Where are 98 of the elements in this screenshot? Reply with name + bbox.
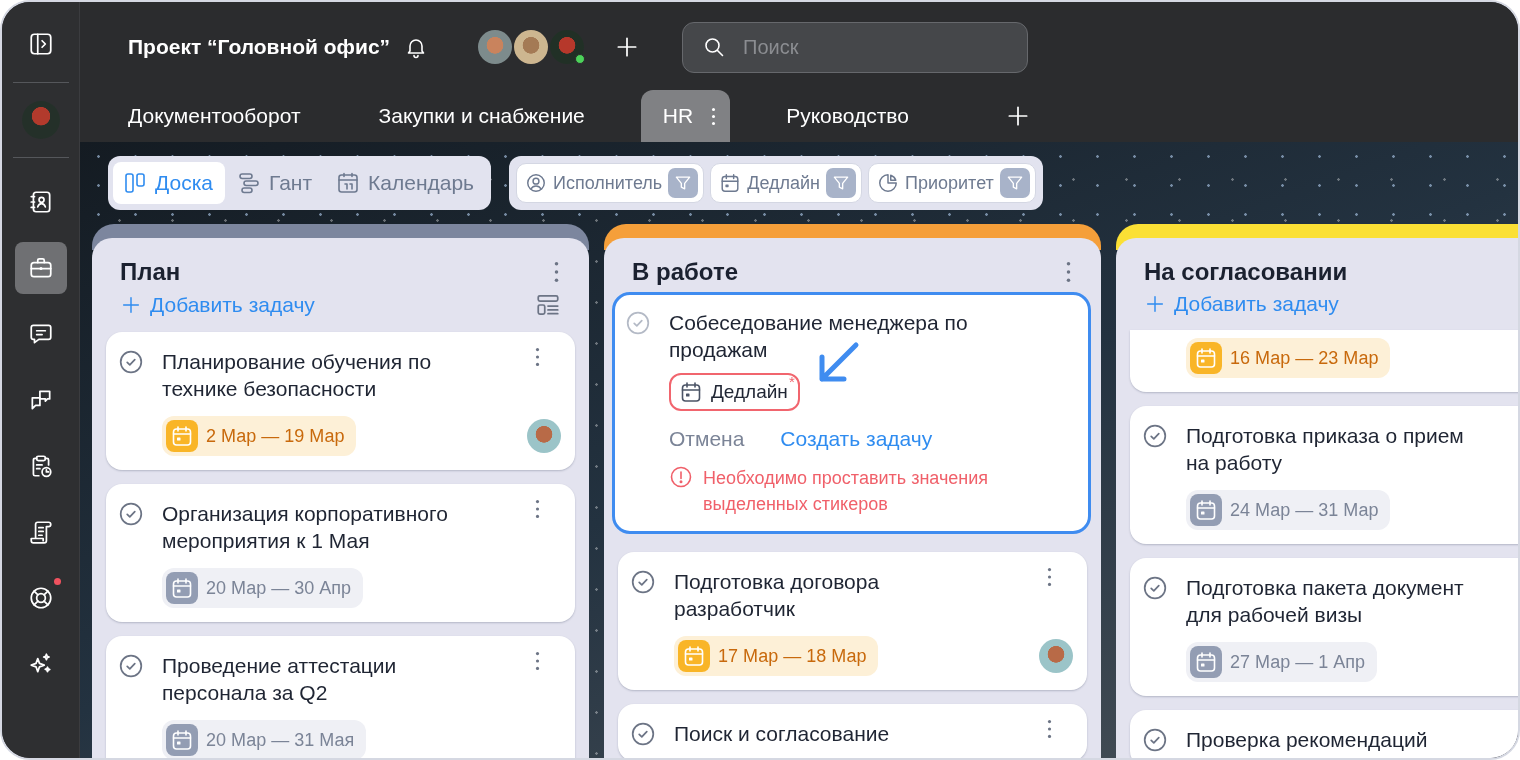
filter-label: Дедлайн [747, 172, 821, 194]
cancel-button[interactable]: Отмена [669, 427, 745, 451]
task-title: Проверка рекомендаций [1186, 727, 1429, 753]
filter-label: Исполнитель [553, 172, 663, 194]
error-icon [669, 465, 693, 489]
column-menu-button[interactable] [1066, 262, 1071, 282]
check-circle-icon [1142, 727, 1168, 753]
date-range-badge[interactable]: 17 Мар — 18 Мар [674, 636, 879, 676]
task-card[interactable]: Подготовка приказа о прием на работу 24 Мар — 31 Мар [1130, 406, 1518, 544]
more-icon [1066, 262, 1071, 282]
calendar-icon [170, 576, 194, 600]
task-title: Собеседование менеджера по продажам [669, 310, 969, 363]
board-icon [123, 171, 147, 195]
task-card[interactable]: Организация корпоративного мероприятия к 1 Мая 20 Мар — 30 Апр [106, 484, 575, 622]
view-tab[interactable]: Доска [113, 162, 225, 204]
sidebar-item[interactable] [14, 242, 67, 294]
briefcase-icon [27, 255, 54, 281]
user-icon [525, 172, 548, 194]
required-mark: * [789, 373, 795, 390]
plus-icon [120, 294, 142, 316]
calendar-icon [170, 728, 194, 752]
lifebuoy-icon [27, 585, 54, 611]
date-range-badge[interactable]: 2 Мар — 19 Мар [162, 416, 357, 456]
layout-button[interactable] [535, 292, 561, 318]
scroll-icon [27, 519, 54, 545]
calendar-icon [170, 424, 194, 448]
error-message: Необходимо проставить значения выделенных стикеров [703, 467, 989, 516]
member-avatar[interactable] [514, 30, 549, 64]
project-tab[interactable]: Руководство [764, 90, 931, 142]
project-tab[interactable]: Документооборот [106, 90, 323, 142]
task-card[interactable]: Проверка рекомендаций [1130, 710, 1518, 758]
more-icon [535, 652, 540, 670]
gantt-icon [236, 171, 261, 195]
member-avatar[interactable] [478, 30, 513, 64]
view-tab[interactable]: Гант [226, 162, 325, 204]
more-icon [711, 107, 717, 125]
check-circle-icon [1142, 575, 1168, 601]
calendar-icon [679, 380, 703, 404]
pie-chart-icon [877, 172, 900, 194]
date-range-badge[interactable]: 16 Мар — 23 Мар [1186, 338, 1391, 378]
member-avatar[interactable] [550, 30, 585, 64]
date-range-badge[interactable]: 20 Мар — 31 Мая [162, 720, 367, 758]
calendar-icon [682, 644, 706, 668]
more-icon [1047, 568, 1052, 586]
task-card[interactable]: Подготовка пакета документ для рабочей визы 27 Мар — 1 Апр [1130, 558, 1518, 696]
date-range-badge[interactable]: 24 Мар — 31 Мар [1186, 490, 1391, 530]
calendar-icon [336, 171, 361, 195]
panel-toggle-icon [27, 31, 54, 57]
column-title: В работе [632, 258, 738, 286]
task-card[interactable]: 16 Мар — 23 Мар [1130, 330, 1518, 392]
layout-icon [535, 292, 561, 318]
task-title: Организация корпоративного мероприятия к 1 Мая [162, 501, 449, 554]
more-icon [535, 500, 540, 518]
add-task-link[interactable]: Добавить задачу [1144, 292, 1339, 316]
column-title: На согласовании [1144, 258, 1348, 286]
deadline-sticker[interactable]: Дедлайн$^{*}$ [669, 373, 800, 411]
project-title: Проект “Головной офис” [128, 35, 391, 59]
check-circle-icon [118, 501, 144, 527]
column-title: План [120, 258, 181, 286]
more-icon [1047, 720, 1052, 738]
check-circle-icon [630, 721, 656, 747]
column-menu-button[interactable] [554, 262, 559, 282]
check-circle-icon [1142, 423, 1168, 449]
task-card[interactable]: Проведение аттестации персонала за Q2 20 Мар — 31 Мая [106, 636, 575, 758]
plus-icon [1144, 293, 1166, 315]
contacts-icon [27, 189, 54, 215]
calendar-icon [1194, 346, 1218, 370]
task-card[interactable]: Поиск и согласование [618, 704, 1087, 758]
calendar-icon [1194, 650, 1218, 674]
check-circle-icon [630, 569, 656, 595]
filter-chip[interactable]: Исполнитель [516, 163, 705, 203]
task-title: Подготовка пакета документ для рабочей визы [1186, 575, 1465, 628]
filter-label: Приоритет [905, 172, 994, 194]
filter-chip[interactable]: Приоритет [868, 163, 1036, 203]
check-circle-icon [118, 349, 144, 375]
task-title: Планирование обучения по технике безопасности [162, 349, 433, 402]
more-icon [554, 262, 559, 282]
project-tab[interactable]: HR [640, 90, 731, 142]
search-field[interactable]: Поиск [682, 21, 1029, 73]
check-circle-icon [118, 653, 144, 679]
chat-icon [27, 321, 54, 347]
create-task-button[interactable]: Создать задачу [780, 427, 933, 451]
view-tab[interactable]: Календарь [326, 162, 487, 204]
filter-chip[interactable]: Дедлайн [710, 163, 863, 203]
date-range-badge[interactable]: 20 Мар — 30 Апр [162, 568, 364, 608]
task-title: Подготовка приказа о прием на работу [1186, 423, 1465, 476]
task-title: Поиск и согласование [674, 721, 891, 747]
task-card[interactable]: Подготовка договора разработчик 17 Мар — 18 Мар [618, 552, 1087, 690]
date-range-badge[interactable]: 27 Мар — 1 Апр [1186, 642, 1378, 682]
task-title: Проведение аттестации персонала за Q2 [162, 653, 398, 706]
task-card[interactable]: Планирование обучения по технике безопасности 2 Мар — 19 Мар [106, 332, 575, 470]
task-title: Подготовка договора разработчик [674, 569, 881, 622]
calendar-icon [719, 172, 742, 194]
check-circle-icon [625, 310, 651, 336]
add-task-link[interactable]: Добавить задачу [120, 293, 315, 317]
project-tab[interactable]: Закупки и снабжение [356, 90, 607, 142]
calendar-icon [1194, 498, 1218, 522]
more-icon [535, 348, 540, 366]
